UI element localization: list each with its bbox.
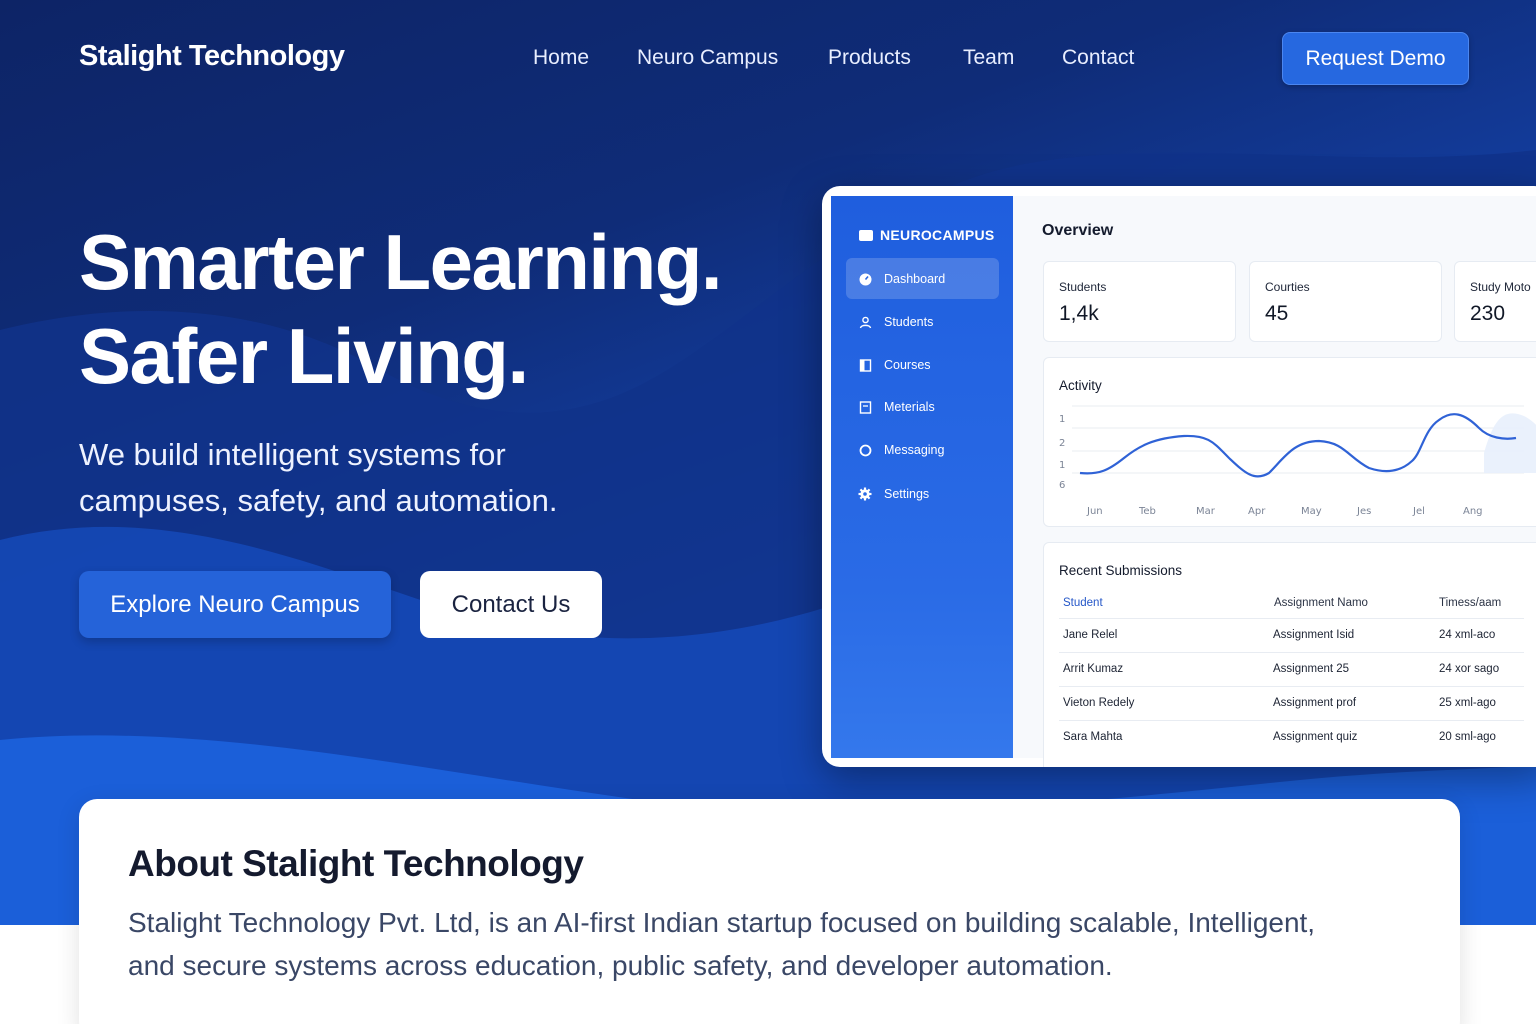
nav-home[interactable]: Home (533, 46, 589, 70)
about-text-line-2: and secure systems across education, pub… (128, 950, 1113, 981)
activity-line (1079, 413, 1517, 478)
about-description: Stalight Technology Pvt. Ltd, is an AI-f… (128, 901, 1418, 987)
stat-card-courses: Courties 45 (1249, 261, 1442, 342)
cell-student: Sara Mahta (1063, 731, 1123, 743)
sidebar-item-label: Dashboard (884, 272, 946, 286)
monitor-icon (859, 230, 873, 241)
submissions-title: Recent Submissions (1059, 563, 1183, 578)
table-row[interactable]: Vieton Redely Assignment prof 25 хml-ago (1059, 686, 1524, 720)
overview-title: Overview (1042, 222, 1114, 239)
sidebar-item-label: Meterials (884, 400, 935, 414)
nav-neuro-campus[interactable]: Neuro Campus (637, 46, 778, 70)
neurocampus-logo-text: NEUROCAMPUS (880, 227, 995, 243)
hero-subheading: We build intelligent systems for campuse… (79, 432, 699, 524)
mock-main-area: Overview Students 1,4k Courties 45 Study… (1013, 196, 1536, 767)
brand-logo[interactable]: Stalight Technology (79, 40, 345, 73)
sidebar-item-students[interactable]: Students (846, 301, 999, 342)
sidebar-item-settings[interactable]: Settings (846, 473, 999, 514)
user-icon (858, 315, 872, 329)
stat-label: Courties (1265, 280, 1310, 294)
activity-area (1484, 413, 1536, 473)
hero-headline: Smarter Learning. Safer Living. (79, 215, 723, 403)
x-tick: Jun (1086, 506, 1103, 517)
sidebar-item-dashboard[interactable]: Dashboard (846, 258, 999, 299)
column-header-timestamp[interactable]: Timess/aam (1439, 597, 1501, 609)
circle-icon (858, 443, 872, 457)
stat-card-study: Study Moto 230 (1454, 261, 1536, 342)
sidebar-item-courses[interactable]: Courses (846, 344, 999, 385)
cell-assignment: Assignment 25 (1273, 663, 1350, 675)
sidebar-item-materials[interactable]: Meterials (846, 386, 999, 427)
sidebar-item-label: Settings (884, 487, 930, 501)
sidebar-item-label: Messaging (884, 443, 945, 457)
cell-student: Arrit Kumaz (1063, 663, 1124, 675)
cell-time: 24 хor sago (1439, 663, 1500, 675)
table-row[interactable]: Sara Mahta Assignment quiz 20 sml-ago (1059, 720, 1524, 754)
cell-student: Jane Relel (1063, 629, 1118, 641)
headline-line-1: Smarter Learning. (79, 218, 723, 306)
document-icon (858, 400, 872, 414)
y-tick: 1 (1059, 460, 1065, 471)
cell-time: 25 хml-ago (1439, 697, 1496, 709)
stat-card-students: Students 1,4k (1043, 261, 1236, 342)
about-text-line-1: Stalight Technology Pvt. Ltd, is an AI-f… (128, 907, 1316, 938)
activity-panel: Activity 1 2 1 6 Jun Teb Mar Apr May Jes… (1043, 357, 1536, 527)
contact-us-button[interactable]: Contact Us (420, 571, 602, 638)
nav-team[interactable]: Team (963, 46, 1014, 70)
column-header-assignment[interactable]: Assignment Namo (1274, 597, 1368, 609)
y-tick: 2 (1059, 438, 1065, 449)
book-icon (858, 358, 872, 372)
cell-assignment: Assignment Isid (1273, 629, 1355, 641)
cell-time: 20 sml-ago (1439, 731, 1496, 743)
request-demo-button[interactable]: Request Demo (1282, 32, 1469, 85)
mock-sidebar: NEUROCAMPUS Dashboard Students Courses M… (831, 196, 1013, 758)
x-tick: Jel (1412, 506, 1425, 517)
cell-assignment: Assignment prof (1273, 697, 1357, 709)
gear-icon (858, 487, 872, 501)
stat-value: 1,4k (1059, 302, 1099, 325)
sidebar-item-messaging[interactable]: Messaging (846, 429, 999, 470)
y-tick: 1 (1059, 414, 1065, 425)
y-tick: 6 (1059, 480, 1065, 491)
cell-time: 24 хml-aco (1439, 629, 1496, 641)
sidebar-item-label: Students (884, 315, 934, 329)
table-row[interactable]: Jane Relel Assignment Isid 24 хml-aco (1059, 618, 1524, 652)
recent-submissions-panel: Recent Submissions Student Assignment Na… (1043, 542, 1536, 767)
explore-neuro-campus-button[interactable]: Explore Neuro Campus (79, 571, 391, 638)
stat-value: 230 (1470, 302, 1506, 325)
stat-value: 45 (1265, 302, 1289, 325)
cell-student: Vieton Redely (1063, 697, 1135, 709)
stat-label: Study Moto (1470, 280, 1531, 294)
subhead-line-1: We build intelligent systems for (79, 437, 506, 472)
about-card: About Stalight Technology Stalight Techn… (79, 799, 1460, 1024)
x-tick: Jes (1356, 506, 1371, 517)
top-navbar: Stalight Technology Home Neuro Campus Pr… (0, 0, 1536, 120)
activity-chart: 1 2 1 6 Jun Teb Mar Apr May Jes Jel Ang (1059, 405, 1536, 517)
neurocampus-logo: NEUROCAMPUS (859, 227, 995, 243)
cell-assignment: Assignment quiz (1273, 731, 1358, 743)
about-title: About Stalight Technology (128, 843, 584, 884)
x-tick: Apr (1248, 506, 1266, 517)
table-row[interactable]: Arrit Kumaz Assignment 25 24 хor sago (1059, 652, 1524, 686)
dashboard-icon (858, 272, 872, 286)
column-header-student[interactable]: Student (1063, 597, 1103, 609)
subhead-line-2: campuses, safety, and automation. (79, 483, 558, 518)
hero-section: Stalight Technology Home Neuro Campus Pr… (0, 0, 1536, 925)
headline-line-2: Safer Living. (79, 312, 529, 400)
nav-products[interactable]: Products (828, 46, 911, 70)
dashboard-mockup: NEUROCAMPUS Dashboard Students Courses M… (822, 186, 1536, 767)
x-tick: Ang (1463, 506, 1483, 517)
x-tick: Teb (1138, 506, 1156, 517)
stat-label: Students (1059, 280, 1107, 294)
sidebar-item-label: Courses (884, 358, 931, 372)
x-tick: Mar (1196, 506, 1216, 517)
nav-contact[interactable]: Contact (1062, 46, 1134, 70)
x-tick: May (1301, 506, 1322, 517)
